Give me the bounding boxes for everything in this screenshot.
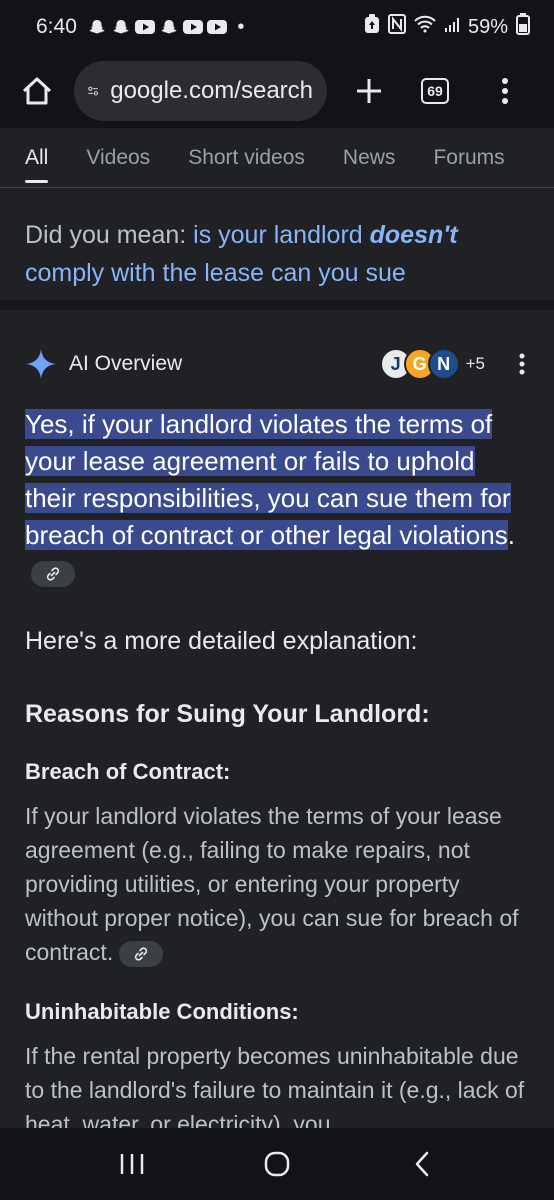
tab-switcher-button[interactable]: 69 [415,66,455,116]
tab-count: 69 [421,78,449,104]
citation-link-button[interactable] [119,940,164,967]
ai-overview: AI Overview J G N +5 Yes, if your landlo… [0,322,554,1128]
ai-section-heading: Reasons for Suing Your Landlord: [25,700,430,728]
more-vert-icon [519,353,525,375]
did-you-mean-prefix: Did you mean: [25,221,194,249]
tab-all[interactable]: All [25,128,49,187]
home-button[interactable] [12,66,62,116]
sources-button[interactable]: J G N +5 [379,348,485,380]
ai-intro: Here's a more detailed explanation: [25,627,418,655]
back-button[interactable] [392,1134,452,1194]
more-vert-icon [502,78,508,104]
reason-body: If the rental property becomes uninhabit… [25,1043,525,1128]
url-text[interactable]: google.com/search [110,77,313,105]
ai-summary: Yes, if your landlord violates the terms… [25,406,529,591]
sparkle-icon [26,349,56,379]
search-filter-tabs: All Videos Short videos News Forums [0,128,554,188]
status-time: 6:40 [36,15,77,38]
ai-overview-menu-button[interactable] [515,353,529,375]
status-bar: 6:40 • 59% [0,0,554,54]
youtube-icon [134,18,155,36]
recents-button[interactable] [102,1134,162,1194]
youtube-icon [206,18,227,36]
tab-videos[interactable]: Videos [86,128,150,187]
snapchat-icon [159,18,179,36]
plus-icon [357,79,381,103]
data-saver-icon [364,14,380,40]
link-icon [135,947,148,961]
tab-news[interactable]: News [343,128,396,187]
link-icon [46,567,60,581]
home-icon [22,77,52,105]
reason-title: Breach of Contract: [25,759,231,784]
url-bar[interactable]: google.com/search [74,61,327,121]
reason-title: Uninhabitable Conditions: [25,999,299,1024]
snapchat-icon [111,18,131,36]
recents-icon [121,1154,144,1174]
notification-dot: • [237,15,245,38]
citation-link-button[interactable] [31,561,75,588]
nfc-icon [387,14,406,40]
tab-short-videos[interactable]: Short videos [188,128,305,187]
did-you-mean: Did you mean: is your landlord doesn't c… [0,188,554,310]
youtube-icon [182,18,203,36]
browser-toolbar: google.com/search 69 [0,54,554,128]
ai-overview-title: AI Overview [69,352,183,375]
source-more-count: +5 [465,354,485,373]
home-circle-icon [264,1151,290,1177]
wifi-icon [414,15,436,39]
battery-percent: 59% [467,15,508,38]
source-avatar: N [427,348,460,380]
home-nav-button[interactable] [247,1134,307,1194]
tab-forums[interactable]: Forums [433,128,504,187]
signal-icon [444,16,460,39]
browser-menu-button[interactable] [493,66,517,116]
reason-body: If your landlord violates the terms of y… [25,803,519,967]
ai-overview-header: AI Overview J G N +5 [25,322,529,406]
battery-icon [516,13,530,41]
new-tab-button[interactable] [349,66,389,116]
snapchat-icon [87,18,107,36]
site-settings-icon[interactable] [88,81,98,101]
back-chevron-icon [415,1151,428,1177]
system-nav-bar [0,1128,554,1200]
highlighted-answer: Yes, if your landlord violates the terms… [25,409,511,550]
